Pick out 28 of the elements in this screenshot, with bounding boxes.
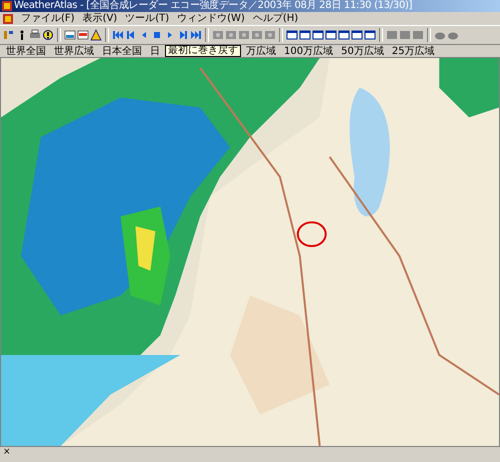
grid-icon[interactable]	[399, 29, 411, 41]
skip-forward-icon[interactable]	[190, 29, 202, 41]
square-icon[interactable]	[151, 29, 163, 41]
window-icon[interactable]	[364, 29, 376, 41]
scale-button[interactable]: 万広域	[243, 45, 279, 57]
window-icon[interactable]	[351, 29, 363, 41]
scale-button[interactable]: 世界広域	[51, 45, 97, 57]
step-back-icon[interactable]	[125, 29, 137, 41]
window-icon[interactable]	[325, 29, 337, 41]
window-icon[interactable]	[299, 29, 311, 41]
skip-back-icon[interactable]	[112, 29, 124, 41]
close-button[interactable]: ×	[3, 447, 11, 457]
warning-icon[interactable]	[90, 29, 102, 41]
grid-icon[interactable]	[386, 29, 398, 41]
picture-icon[interactable]	[64, 29, 76, 41]
window-icon[interactable]	[286, 29, 298, 41]
menu-item[interactable]: ウィンドウ(W)	[177, 12, 245, 24]
menu-item[interactable]: ヘルプ(H)	[252, 12, 298, 24]
menu-item[interactable]: 表示(V)	[82, 12, 118, 24]
step-forward-icon[interactable]	[177, 29, 189, 41]
grid-icon[interactable]	[412, 29, 424, 41]
picture-icon[interactable]	[77, 29, 89, 41]
menu-item[interactable]: ファイル(F)	[21, 12, 75, 24]
tool-icon[interactable]	[3, 29, 15, 41]
window-icon[interactable]	[338, 29, 350, 41]
menu-item[interactable]: ツール(T)	[125, 12, 170, 24]
printer-icon[interactable]	[29, 29, 41, 41]
window-icon[interactable]	[312, 29, 324, 41]
